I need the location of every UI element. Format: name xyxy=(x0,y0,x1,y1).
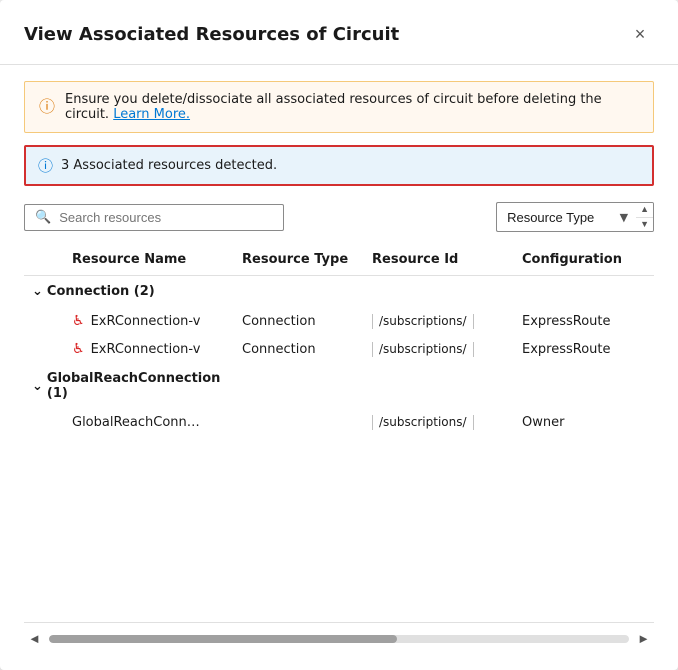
subscriptions-pill: /subscriptions/ xyxy=(372,342,474,357)
dialog-body: ⓘ Ensure you delete/dissociate all assoc… xyxy=(0,65,678,670)
col-resource-name: Resource Name xyxy=(64,252,234,267)
close-button[interactable]: × xyxy=(626,20,654,48)
table-container: Resource Name Resource Type Resource Id … xyxy=(24,244,654,606)
group-label-connection: ⌄ Connection (2) xyxy=(24,284,234,299)
table-row: ♿ ExRConnection-v Connection /subscripti… xyxy=(24,307,654,335)
sort-select[interactable]: Resource Type Resource Name Resource Id … xyxy=(496,202,636,232)
resource-id-cell: /subscriptions/ xyxy=(364,415,514,430)
search-input[interactable] xyxy=(59,210,273,225)
resource-status-icon: ♿ xyxy=(72,313,85,329)
table-row: ♿ ExRConnection-v Connection /subscripti… xyxy=(24,335,654,363)
resource-config-cell: ExpressRoute xyxy=(514,342,644,357)
toolbar: 🔍 Resource Type Resource Name Resource I… xyxy=(24,202,654,232)
learn-more-link[interactable]: Learn More. xyxy=(113,107,190,122)
col-configuration: Configuration xyxy=(514,252,644,267)
info-icon: ⓘ xyxy=(38,155,53,176)
group-chevron-icon: ⌄ xyxy=(32,284,43,299)
col-expand xyxy=(24,252,64,267)
horizontal-scrollbar: ◄ ► xyxy=(24,622,654,654)
resource-name-cell: GlobalReachConnect xyxy=(64,415,234,430)
resource-config-cell: Owner xyxy=(514,415,644,430)
dialog-header: View Associated Resources of Circuit × xyxy=(0,0,678,65)
scroll-left-button[interactable]: ◄ xyxy=(24,629,45,648)
resource-name-text: GlobalReachConnect xyxy=(72,415,202,430)
resource-type-cell: Connection xyxy=(234,314,364,329)
dialog: View Associated Resources of Circuit × ⓘ… xyxy=(0,0,678,670)
sort-arrows: ▲ ▼ xyxy=(636,202,654,232)
warning-banner: ⓘ Ensure you delete/dissociate all assoc… xyxy=(24,81,654,133)
search-box: 🔍 xyxy=(24,204,284,231)
resource-config-cell: ExpressRoute xyxy=(514,314,644,329)
info-bar: ⓘ 3 Associated resources detected. xyxy=(24,145,654,186)
sort-select-wrapper: Resource Type Resource Name Resource Id … xyxy=(496,202,636,232)
sort-up-button[interactable]: ▲ xyxy=(636,203,653,218)
table-header: Resource Name Resource Type Resource Id … xyxy=(24,244,654,276)
scroll-right-button[interactable]: ► xyxy=(633,629,654,648)
sort-down-button[interactable]: ▼ xyxy=(636,218,653,232)
resource-id-cell: /subscriptions/ xyxy=(364,314,514,329)
resource-name-cell: ♿ ExRConnection-v xyxy=(64,313,234,329)
resource-name-text: ExRConnection-v xyxy=(91,314,201,329)
sort-control: Resource Type Resource Name Resource Id … xyxy=(496,202,654,232)
warning-text: Ensure you delete/dissociate all associa… xyxy=(65,92,639,122)
resource-id-cell: /subscriptions/ xyxy=(364,342,514,357)
scrollbar-track[interactable] xyxy=(49,635,629,643)
resource-name-text: ExRConnection-v xyxy=(91,342,201,357)
group-label-globalreach: ⌄ GlobalReachConnection (1) xyxy=(24,371,234,401)
group-row[interactable]: ⌄ GlobalReachConnection (1) xyxy=(24,363,654,409)
subscriptions-pill: /subscriptions/ xyxy=(372,415,474,430)
col-resource-type: Resource Type xyxy=(234,252,364,267)
resource-status-icon: ♿ xyxy=(72,341,85,357)
col-resource-id: Resource Id xyxy=(364,252,514,267)
subscriptions-pill: /subscriptions/ xyxy=(372,314,474,329)
group-chevron-icon: ⌄ xyxy=(32,379,43,394)
info-text: 3 Associated resources detected. xyxy=(61,158,277,173)
search-icon: 🔍 xyxy=(35,210,51,225)
warning-icon: ⓘ xyxy=(39,93,55,117)
table-row: GlobalReachConnect /subscriptions/ Owner xyxy=(24,409,654,436)
dialog-title: View Associated Resources of Circuit xyxy=(24,24,399,45)
group-row[interactable]: ⌄ Connection (2) xyxy=(24,276,654,307)
scrollbar-thumb xyxy=(49,635,397,643)
table-body: ⌄ Connection (2) ♿ ExRConnection-v Conne… xyxy=(24,276,654,606)
resource-type-cell: Connection xyxy=(234,342,364,357)
resource-name-cell: ♿ ExRConnection-v xyxy=(64,341,234,357)
